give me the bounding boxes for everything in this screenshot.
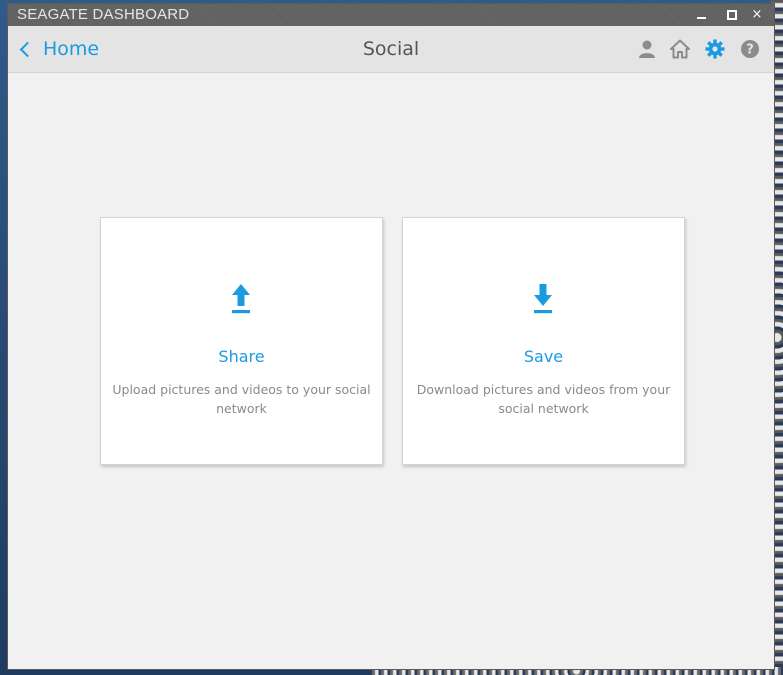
app-window: SEAGATE DASHBOARD × Home Social ? Share … (8, 4, 774, 669)
help-icon[interactable]: ? (740, 39, 760, 59)
page-title: Social (362, 38, 420, 60)
minimize-button[interactable] (690, 6, 712, 24)
close-icon: × (751, 7, 763, 22)
user-icon[interactable] (637, 39, 657, 59)
svg-text:?: ? (746, 43, 754, 58)
save-title: Save (523, 347, 564, 366)
home-icon[interactable] (670, 39, 690, 59)
upload-icon (224, 282, 258, 316)
window-titlebar[interactable]: SEAGATE DASHBOARD × (8, 4, 774, 26)
app-header: Home Social ? (8, 26, 774, 73)
back-label: Home (43, 38, 100, 60)
maximize-icon (727, 10, 737, 20)
window-title: SEAGATE DASHBOARD (17, 6, 190, 23)
save-card[interactable]: Save Download pictures and videos from y… (402, 217, 685, 465)
minimize-icon (696, 17, 706, 19)
gear-icon[interactable] (705, 39, 725, 59)
close-button[interactable]: × (746, 6, 768, 24)
save-description: Download pictures and videos from your s… (416, 382, 671, 416)
chevron-left-icon (19, 41, 36, 57)
share-card[interactable]: Share Upload pictures and videos to your… (100, 217, 383, 465)
share-description: Upload pictures and videos to your socia… (112, 382, 371, 416)
home-back-button[interactable]: Home (18, 35, 99, 63)
share-title: Share (218, 347, 265, 366)
download-icon (526, 282, 560, 316)
maximize-button[interactable] (721, 6, 743, 24)
